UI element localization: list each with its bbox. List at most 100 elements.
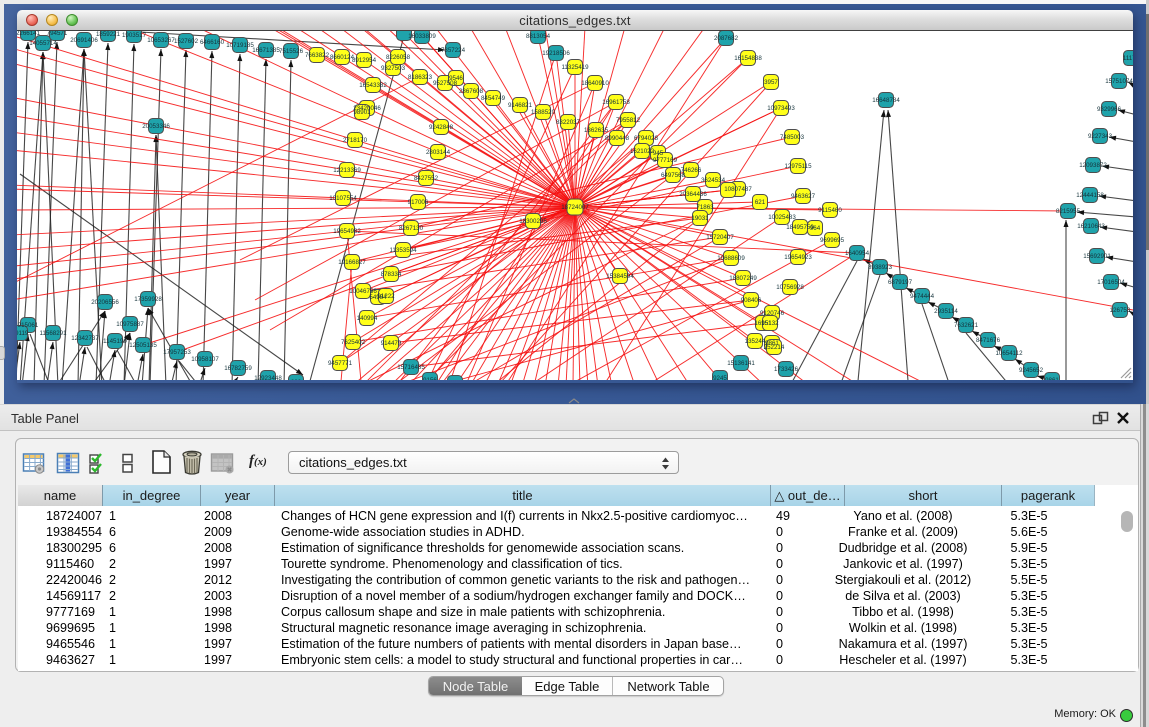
svg-text:16782759: 16782759 [224, 365, 252, 372]
svg-text:91222: 91222 [377, 293, 395, 300]
svg-text:19031: 19031 [691, 215, 709, 222]
svg-text:8471676: 8471676 [976, 337, 1001, 344]
svg-text:9546: 9546 [449, 75, 463, 82]
svg-text:794571: 794571 [47, 31, 68, 37]
svg-text:16210643: 16210643 [1077, 223, 1105, 230]
svg-text:98901: 98901 [353, 109, 371, 116]
svg-text:9120746: 9120746 [760, 310, 785, 317]
svg-text:95132: 95132 [761, 320, 779, 327]
svg-text:9327503: 9327503 [381, 65, 406, 72]
svg-text:10654112: 10654112 [995, 350, 1023, 357]
svg-text:9227343: 9227343 [1088, 133, 1113, 140]
svg-text:9242848: 9242848 [429, 124, 454, 131]
svg-text:9115460: 9115460 [818, 207, 842, 214]
svg-text:8267130: 8267130 [399, 225, 424, 232]
svg-text:18724007: 18724007 [561, 204, 589, 211]
svg-text:8427552: 8427552 [414, 175, 439, 182]
svg-text:15716485: 15716485 [397, 364, 425, 371]
svg-text:8226058: 8226058 [386, 54, 411, 61]
svg-text:15136141: 15136141 [727, 360, 755, 367]
svg-text:964: 964 [810, 225, 821, 232]
svg-text:7955812: 7955812 [616, 117, 641, 124]
svg-text:11325419: 11325419 [561, 64, 589, 71]
svg-text:10975887: 10975887 [116, 321, 144, 328]
svg-text:16543382: 16543382 [359, 82, 387, 89]
svg-text:9457771: 9457771 [328, 360, 353, 367]
svg-text:7625402: 7625402 [341, 339, 366, 346]
svg-text:1903517: 1903517 [122, 32, 147, 39]
svg-text:6879197: 6879197 [888, 279, 913, 286]
svg-text:10107554: 10107554 [329, 195, 357, 202]
svg-text:10025483: 10025483 [768, 214, 796, 221]
svg-text:126753: 126753 [1110, 307, 1131, 314]
svg-text:16033809: 16033809 [408, 33, 436, 40]
svg-text:9463627: 9463627 [791, 193, 816, 200]
svg-text:8322037: 8322037 [556, 119, 581, 126]
svg-text:18807249: 18807249 [729, 275, 757, 282]
svg-text:1527602: 1527602 [174, 38, 199, 45]
svg-text:20206556: 20206556 [91, 299, 119, 306]
svg-text:2266141: 2266141 [17, 31, 41, 37]
svg-text:1733426: 1733426 [774, 366, 799, 373]
svg-text:12342737: 12342737 [71, 335, 99, 342]
svg-text:9156: 9156 [423, 377, 437, 380]
svg-text:19166827: 19166827 [338, 259, 366, 266]
svg-text:9861: 9861 [1045, 377, 1059, 380]
svg-text:20691406: 20691406 [70, 37, 98, 44]
svg-text:746266: 746266 [681, 167, 702, 174]
svg-text:878334: 878334 [381, 271, 402, 278]
svg-text:1362635: 1362635 [584, 127, 609, 134]
svg-text:11353594: 11353594 [389, 247, 417, 254]
svg-text:9146821: 9146821 [508, 102, 533, 109]
svg-text:1640954: 1640954 [845, 250, 870, 257]
svg-text:6466160: 6466160 [200, 39, 225, 46]
svg-text:2718170: 2718170 [343, 137, 368, 144]
svg-text:16961758: 16961758 [602, 99, 630, 106]
svg-text:621: 621 [755, 199, 766, 206]
svg-text:9245: 9245 [713, 375, 727, 380]
svg-text:8990448: 8990448 [605, 135, 630, 142]
svg-text:10807487: 10807487 [724, 186, 752, 193]
svg-text:2803144: 2803144 [426, 149, 451, 156]
svg-text:12093872: 12093872 [1079, 162, 1107, 169]
svg-text:10973493: 10973493 [767, 105, 795, 112]
svg-text:8660124: 8660124 [330, 54, 355, 61]
svg-text:8454749: 8454749 [481, 95, 506, 102]
svg-text:9329966: 9329966 [1097, 106, 1122, 113]
svg-text:6794028: 6794028 [634, 135, 659, 142]
svg-text:19218506: 19218506 [542, 50, 570, 57]
svg-text:12975115: 12975115 [784, 163, 812, 170]
svg-text:9474444: 9474444 [910, 293, 935, 300]
svg-text:1621022: 1621022 [630, 148, 655, 155]
svg-text:3624534: 3624534 [701, 177, 726, 184]
svg-text:20364436: 20364436 [679, 191, 707, 198]
svg-text:16154838: 16154838 [734, 55, 762, 62]
svg-text:8813054: 8813054 [526, 33, 551, 40]
svg-text:15720407: 15720407 [706, 234, 734, 241]
svg-text:71863: 71863 [696, 204, 714, 211]
svg-text:7485003: 7485003 [780, 134, 805, 141]
svg-text:9699695: 9699695 [820, 237, 845, 244]
svg-text:11172: 11172 [1123, 55, 1133, 62]
svg-text:8215955: 8215955 [1056, 208, 1081, 215]
svg-text:19654923: 19654923 [784, 254, 812, 261]
svg-text:8912954: 8912954 [352, 57, 377, 64]
svg-text:915061: 915061 [18, 322, 39, 329]
svg-text:10653267: 10653267 [147, 37, 175, 44]
svg-text:16671385: 16671385 [252, 47, 280, 54]
svg-text:15751074: 15751074 [1105, 78, 1133, 85]
svg-text:12505135: 12505135 [129, 342, 157, 349]
svg-text:2087682: 2087682 [714, 35, 739, 42]
svg-text:2867608: 2867608 [459, 88, 484, 95]
svg-text:18300295: 18300295 [519, 218, 547, 225]
svg-text:14055714: 14055714 [29, 40, 57, 47]
svg-text:7515526: 7515526 [279, 48, 304, 55]
svg-text:252214: 252214 [764, 344, 785, 351]
svg-text:17957253: 17957253 [163, 349, 191, 356]
svg-text:1145190: 1145190 [103, 338, 127, 345]
svg-text:12213369: 12213369 [333, 167, 361, 174]
svg-text:8186323: 8186323 [408, 74, 433, 81]
svg-text:1859221: 1859221 [96, 31, 121, 38]
svg-text:11568291: 11568291 [39, 330, 67, 337]
svg-text:39119: 39119 [17, 330, 29, 337]
